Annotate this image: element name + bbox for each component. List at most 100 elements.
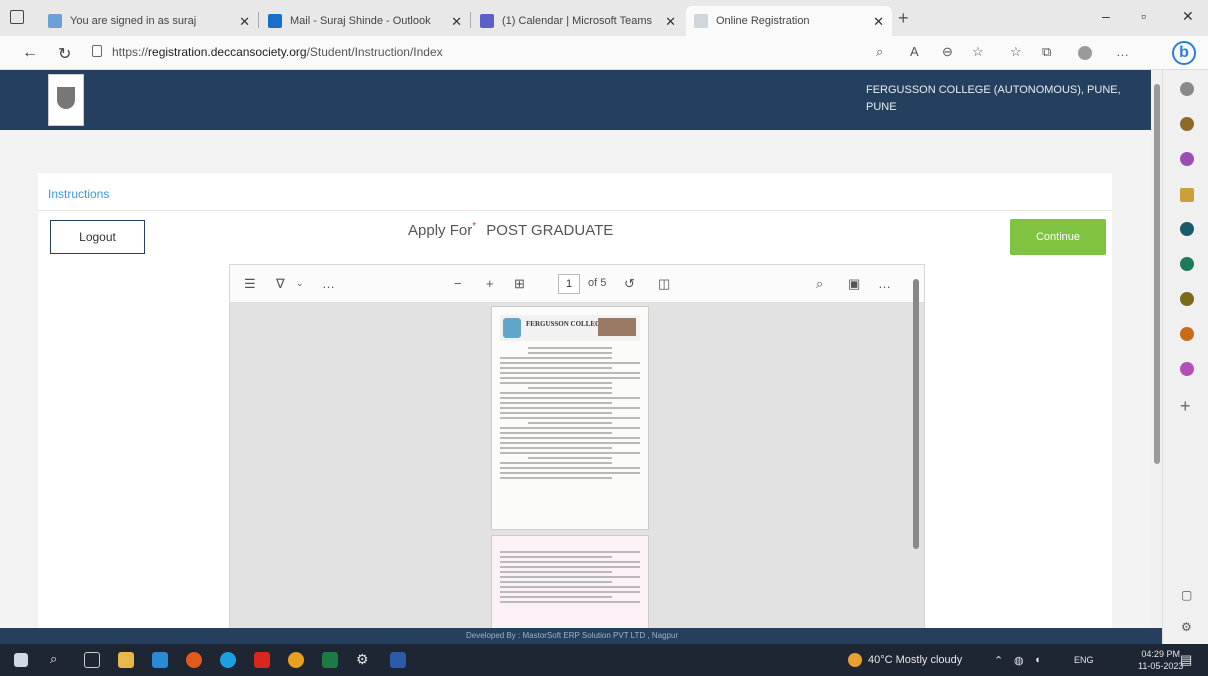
page-icon — [694, 14, 708, 28]
restore-button[interactable]: ▫ — [1141, 8, 1146, 24]
language-indicator[interactable]: ENG — [1074, 655, 1094, 665]
address-bar-row: ← ↻ https://registration.deccansociety.o… — [0, 36, 1208, 70]
new-tab-button[interactable]: + — [898, 8, 909, 29]
edge-icon[interactable] — [220, 652, 236, 668]
college-seal-icon — [503, 318, 521, 338]
zoom-out-icon[interactable]: − — [454, 276, 462, 291]
clock-time: 04:29 PM — [1141, 649, 1180, 659]
settings-gear-icon[interactable]: ⚙ — [1181, 620, 1192, 634]
browser-tab-bar: You are signed in as suraj ✕ Mail - Sura… — [0, 0, 1208, 36]
acrobat-icon[interactable] — [254, 652, 270, 668]
fit-width-icon[interactable]: ⊞ — [514, 276, 525, 292]
tab-favicon-icon — [48, 14, 62, 28]
required-mark: * — [472, 221, 477, 232]
apply-for-text: Apply For — [408, 222, 473, 239]
read-aloud-icon[interactable]: A — [910, 44, 919, 59]
pdf-scrollbar[interactable] — [913, 279, 919, 549]
pdf-canvas[interactable]: FERGUSSON COLLEGE — [230, 303, 924, 628]
refresh-icon[interactable]: ↻ — [58, 44, 71, 64]
footer-text: Developed By : MastorSoft ERP Solution P… — [466, 631, 679, 640]
file-explorer-icon[interactable] — [118, 652, 134, 668]
sidebar-app-icon[interactable] — [1180, 257, 1194, 271]
windows-taskbar: ⌕ ⚙ 40°C Mostly cloudy ⌃ ◍ ◖ ENG 04:29 P… — [0, 644, 1208, 676]
close-tab-icon[interactable]: ✕ — [239, 14, 250, 30]
sidebar-app-icon[interactable] — [1180, 117, 1194, 131]
pdf-page-1: FERGUSSON COLLEGE — [491, 306, 649, 530]
windows-start-icon[interactable] — [14, 653, 28, 667]
sidebar-app-icon[interactable] — [1180, 188, 1194, 202]
settings-gear-icon[interactable]: ⚙ — [356, 651, 369, 668]
logout-button[interactable]: Logout — [50, 220, 145, 254]
edge-sidebar: + ▢ ⚙ — [1162, 70, 1208, 644]
more-tools-icon[interactable]: … — [322, 276, 335, 291]
tab-title: Online Registration — [716, 15, 810, 27]
sidebar-app-icon[interactable] — [1180, 222, 1194, 236]
document-letterhead: FERGUSSON COLLEGE — [500, 315, 640, 341]
weather-icon — [848, 653, 862, 667]
sidebar-app-icon[interactable] — [1180, 327, 1194, 341]
rotate-icon[interactable]: ↺ — [624, 276, 635, 292]
word-icon[interactable] — [390, 652, 406, 668]
weather-text[interactable]: 40°C Mostly cloudy — [868, 654, 962, 666]
search-icon[interactable]: ⌕ — [876, 44, 883, 60]
close-tab-icon[interactable]: ✕ — [665, 14, 676, 30]
draw-icon[interactable]: ∇ — [276, 276, 285, 292]
page-scrollbar[interactable] — [1151, 70, 1162, 628]
volume-icon[interactable]: ◖ — [1034, 654, 1041, 666]
zoom-in-icon[interactable]: + — [486, 276, 494, 291]
pdf-toolbar: ☰ ∇ ⌄ … − + ⊞ 1 of 5 ↺ ◫ ⌕ ▣ … — [230, 265, 924, 303]
college-building-image — [598, 318, 636, 336]
firefox-icon[interactable] — [186, 652, 202, 668]
more-options-icon[interactable]: … — [878, 276, 891, 291]
section-title: Instructions — [48, 187, 110, 201]
add-app-icon[interactable]: + — [1180, 396, 1191, 417]
sidebar-app-icon[interactable] — [1180, 152, 1194, 166]
back-arrow-icon[interactable]: ← — [22, 44, 38, 62]
mail-icon[interactable] — [152, 652, 168, 668]
divider — [38, 210, 1112, 211]
page-number-input[interactable]: 1 — [558, 274, 580, 294]
page-view-icon[interactable]: ◫ — [658, 276, 670, 292]
search-icon[interactable]: ⌕ — [816, 276, 823, 292]
close-tab-icon[interactable]: ✕ — [451, 14, 462, 30]
outlook-icon — [268, 14, 282, 28]
tab-signed-in[interactable]: You are signed in as suraj ✕ — [40, 6, 258, 36]
sidebar-app-icon[interactable] — [1180, 292, 1194, 306]
network-icon[interactable]: ◍ — [1014, 654, 1024, 667]
collections-icon[interactable]: ⧉ — [1042, 44, 1051, 60]
profile-avatar[interactable] — [1078, 46, 1092, 60]
tab-outlook[interactable]: Mail - Suraj Shinde - Outlook ✕ — [260, 6, 470, 36]
tab-title: (1) Calendar | Microsoft Teams — [502, 15, 652, 27]
chevron-down-icon[interactable]: ⌄ — [296, 278, 304, 289]
save-icon[interactable]: ▣ — [848, 276, 860, 292]
continue-button[interactable]: Continue — [1010, 219, 1106, 255]
sidebar-app-icon[interactable] — [1180, 82, 1194, 96]
notification-icon[interactable]: ▤ — [1180, 652, 1192, 668]
bing-chat-icon[interactable]: b — [1172, 41, 1196, 65]
url-field[interactable]: https://registration.deccansociety.org/S… — [112, 45, 443, 59]
tab-actions-icon[interactable] — [10, 10, 24, 24]
excel-icon[interactable] — [322, 652, 338, 668]
system-clock[interactable]: 04:29 PM 11-05-2023 — [1138, 648, 1183, 672]
search-icon[interactable]: ⌕ — [50, 651, 57, 667]
split-screen-icon[interactable]: ▢ — [1181, 588, 1192, 602]
task-view-icon[interactable] — [84, 652, 100, 668]
more-options-icon[interactable]: … — [1116, 44, 1129, 59]
chevron-up-icon[interactable]: ⌃ — [994, 654, 1003, 667]
site-header: FERGUSSON COLLEGE (AUTONOMOUS), PUNE, PU… — [0, 70, 1152, 130]
document-heading: FERGUSSON COLLEGE — [526, 320, 606, 328]
page-viewport: FERGUSSON COLLEGE (AUTONOMOUS), PUNE, PU… — [0, 70, 1162, 628]
close-tab-icon[interactable]: ✕ — [873, 14, 884, 30]
tab-teams-calendar[interactable]: (1) Calendar | Microsoft Teams ✕ — [472, 6, 684, 36]
minimize-button[interactable]: – — [1102, 8, 1110, 24]
chrome-icon[interactable] — [288, 652, 304, 668]
favorites-icon[interactable]: ☆ — [1010, 44, 1022, 60]
page-count: of 5 — [588, 277, 607, 289]
sidebar-app-icon[interactable] — [1180, 362, 1194, 376]
close-window-button[interactable]: ✕ — [1182, 8, 1194, 25]
contents-icon[interactable]: ☰ — [244, 276, 256, 292]
zoom-icon[interactable]: ⊖ — [942, 44, 953, 60]
lock-icon[interactable] — [92, 45, 102, 57]
tab-online-registration[interactable]: Online Registration ✕ — [686, 6, 892, 36]
favorite-star-icon[interactable]: ☆ — [972, 44, 984, 60]
